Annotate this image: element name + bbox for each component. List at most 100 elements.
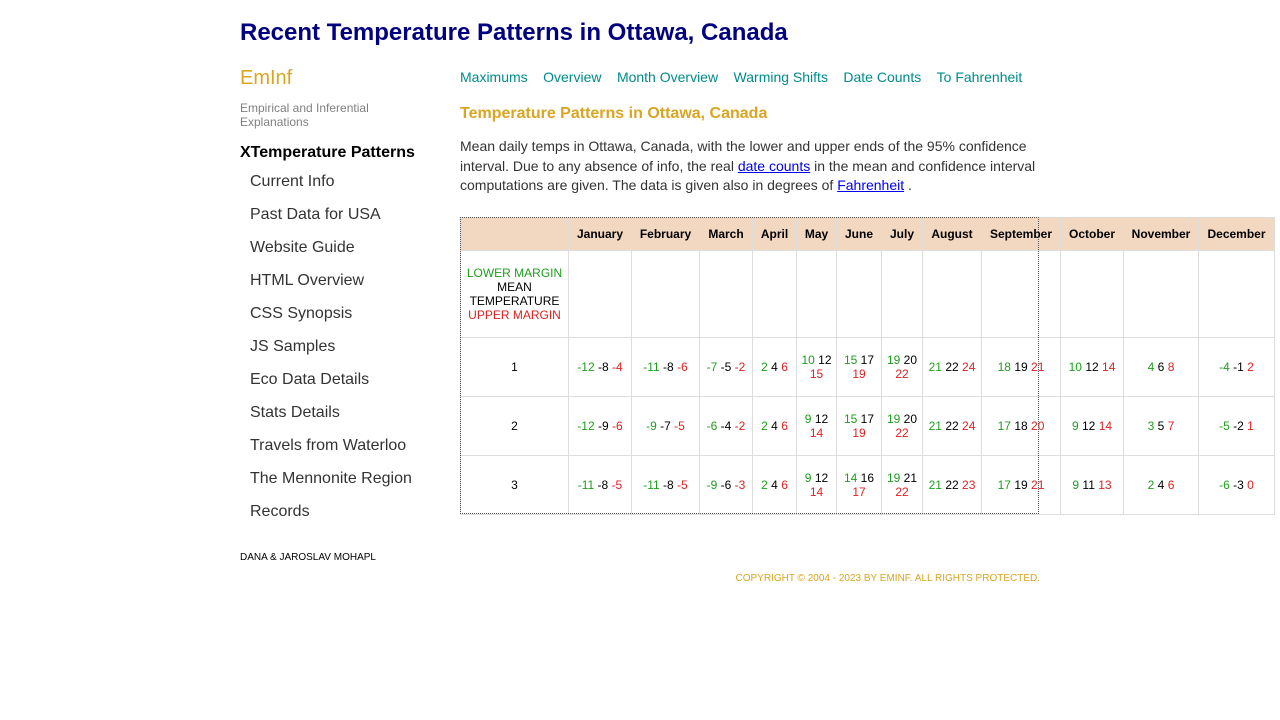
mean-temp: 17 [860,353,875,367]
fahrenheit-link[interactable]: Fahrenheit [837,177,904,193]
mean-temp: 12 [1081,419,1096,433]
temp-cell: 18 19 21 [981,337,1061,397]
upper-margin: -2 [734,419,746,433]
lower-margin: -4 [1219,360,1230,374]
nav-link-month-overview[interactable]: Month Overview [617,69,718,85]
mean-temp: 20 [903,353,918,367]
legend-cell: LOWER MARGIN MEAN TEMPERATURE UPPER MARG… [460,250,569,338]
upper-margin: 2 [1247,360,1254,374]
legend-empty-cell [699,250,753,338]
month-header-february: February [631,217,700,251]
lower-margin: 17 [997,419,1011,433]
month-header-december: December [1198,217,1275,251]
sidebar-item-past-data-usa[interactable]: Past Data for USA [250,198,440,231]
lower-margin: 15 [843,353,858,367]
sidebar-item-records[interactable]: Records [250,495,440,528]
legend-mean: MEAN TEMPERATURE [469,280,560,308]
legend-lower: LOWER MARGIN [466,266,563,280]
upper-margin: 14 [809,426,824,440]
table-row: 3 -11 -8 -5 -11 -8 -5 -9 -6 -3 2 4 69 12 14 1… [460,455,1275,515]
upper-margin: 7 [1167,419,1175,433]
mean-temp: 6 [1157,360,1165,374]
lower-margin: 2 [761,360,768,374]
day-cell: 3 [460,455,569,515]
sidebar-item-js-samples[interactable]: JS Samples [250,330,440,363]
sidebar-item-current-info[interactable]: Current Info [250,165,440,198]
top-nav: Maximums Overview Month Overview Warming… [460,69,1033,87]
nav-link-overview[interactable]: Overview [543,69,601,85]
temp-cell: 9 12 14 [796,455,837,515]
sidebar-item-css-synopsis[interactable]: CSS Synopsis [250,297,440,330]
sidebar-item-html-overview[interactable]: HTML Overview [250,264,440,297]
mean-temp: -1 [1233,360,1244,374]
mean-temp: 17 [860,412,875,426]
sidebar-item-eco-data-details[interactable]: Eco Data Details [250,363,440,396]
lower-margin: 19 [886,353,901,367]
upper-margin: -4 [612,360,623,374]
temp-cell: 19 20 22 [881,396,923,456]
mean-temp: 4 [771,360,778,374]
sidebar-item-travels-waterloo[interactable]: Travels from Waterloo [250,429,440,462]
temp-cell: 10 12 14 [1060,337,1124,397]
upper-margin: -6 [612,419,623,433]
upper-margin: -5 [611,478,623,492]
month-header-october: October [1060,217,1124,251]
mean-temp: -4 [720,419,732,433]
mean-temp: 22 [945,419,959,433]
lower-margin: -11 [577,478,595,492]
brand-logo[interactable]: EmInf [240,67,292,90]
month-header-may: May [796,217,837,251]
nav-link-warming-shifts[interactable]: Warming Shifts [734,69,828,85]
upper-margin: 0 [1247,478,1254,492]
legend-empty-cell [836,250,882,338]
lower-margin: 19 [886,412,901,426]
legend-upper: UPPER MARGIN [468,308,561,322]
temp-cell: -11 -8 -6 [631,337,700,397]
temp-cell: 21 22 24 [922,396,982,456]
legend-empty-cell [752,250,797,338]
mean-temp: -8 [663,360,674,374]
lower-margin: 2 [761,478,768,492]
temp-cell: 9 11 13 [1060,455,1124,515]
upper-margin: 24 [962,419,976,433]
month-header-april: April [752,217,797,251]
month-header-january: January [568,217,632,251]
upper-margin: 6 [781,419,788,433]
lower-margin: 2 [1147,478,1155,492]
upper-margin: -3 [734,478,746,492]
sidebar-item-mennonite-region[interactable]: The Mennonite Region [250,462,440,495]
temp-cell: 15 17 19 [836,337,882,397]
temp-cell: 9 12 14 [1060,396,1124,456]
table-row: 1 -12 -8 -4 -11 -8 -6 -7 -5 -2 2 4 6 10 12 15… [460,337,1275,397]
sidebar-item-stats-details[interactable]: Stats Details [250,396,440,429]
mean-temp: -9 [598,419,609,433]
upper-margin: -5 [674,419,685,433]
mean-temp: 22 [945,360,959,374]
mean-temp: 12 [814,471,829,485]
lower-margin: 2 [761,419,768,433]
sidebar-item-website-guide[interactable]: Website Guide [250,231,440,264]
upper-margin: 17 [852,485,866,499]
mean-temp: 19 [1014,478,1028,492]
upper-margin: 14 [1102,360,1116,374]
copyright-notice: COPYRIGHT © 2004 - 2023 BY EMINF. ALL RI… [735,573,1041,584]
temp-cell: -12 -9 -6 [568,396,632,456]
nav-link-maximums[interactable]: Maximums [460,69,528,85]
nav-link-date-counts[interactable]: Date Counts [843,69,921,85]
month-header-june: June [836,217,882,251]
upper-margin: 1 [1247,419,1254,433]
mean-temp: -5 [720,360,732,374]
upper-margin: 20 [1031,419,1045,433]
legend-empty-cell [1123,250,1199,338]
temp-cell: -11 -8 -5 [568,455,632,515]
lower-margin: -11 [643,360,660,374]
mean-temp: 4 [771,478,778,492]
upper-margin: 23 [962,478,976,492]
nav-link-to-fahrenheit[interactable]: To Fahrenheit [937,69,1023,85]
legend-empty-cell [922,250,982,338]
date-counts-link[interactable]: date counts [738,158,810,174]
temp-cell: 14 16 17 [836,455,882,515]
sidebar-menu: Current Info Past Data for USA Website G… [250,165,440,528]
page-title: Recent Temperature Patterns in Ottawa, C… [240,19,788,46]
temp-cell: 17 19 21 [981,455,1061,515]
